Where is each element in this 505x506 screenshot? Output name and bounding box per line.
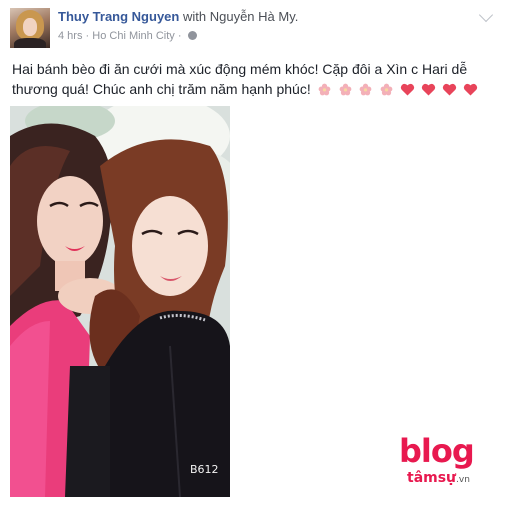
blossom-icon [360, 83, 372, 96]
logo-domain-suffix: .vn [456, 475, 470, 485]
facebook-post-card: Thuy Trang Nguyen with Nguyễn Hà My. 4 h… [0, 0, 505, 506]
tagged-person-link[interactable]: Nguyễn Hà My. [210, 9, 299, 24]
heart-icon [401, 83, 415, 96]
author-name-link[interactable]: Thuy Trang Nguyen [58, 9, 179, 24]
with-label: with [182, 9, 207, 24]
selfie-illustration [10, 106, 230, 497]
meta-separator: · [85, 30, 90, 42]
blog-watermark-logo: blog tâmsự.vn [399, 432, 494, 492]
post-header: Thuy Trang Nguyen with Nguyễn Hà My. [58, 9, 298, 24]
heart-icon [442, 83, 457, 96]
meta-separator-2: · [177, 30, 182, 42]
author-avatar[interactable] [10, 8, 50, 48]
post-meta: 4 hrs · Ho Chi Minh City · [58, 30, 197, 42]
avatar-body [14, 38, 46, 48]
chevron-down-icon[interactable] [478, 7, 494, 23]
heart-icon [463, 83, 477, 96]
globe-icon[interactable] [187, 31, 197, 40]
post-time-link[interactable]: 4 hrs [58, 30, 82, 42]
heart-icon [421, 83, 436, 96]
logo-sub-text: tâmsự.vn [407, 470, 470, 486]
avatar-face [23, 18, 37, 36]
blossom-icon [339, 83, 351, 96]
photo-app-stamp: B612 [190, 463, 219, 476]
post-text: Hai bánh bèo đi ăn cưới mà xúc động mém … [12, 59, 492, 99]
post-photo[interactable] [10, 106, 230, 497]
logo-sub-word: tâmsự [407, 470, 457, 486]
emoji-row [315, 81, 478, 97]
blossom-icon [380, 83, 393, 96]
blossom-icon [318, 83, 330, 96]
logo-main-text: blog [399, 432, 475, 470]
location-link[interactable]: Ho Chi Minh City [92, 30, 175, 42]
